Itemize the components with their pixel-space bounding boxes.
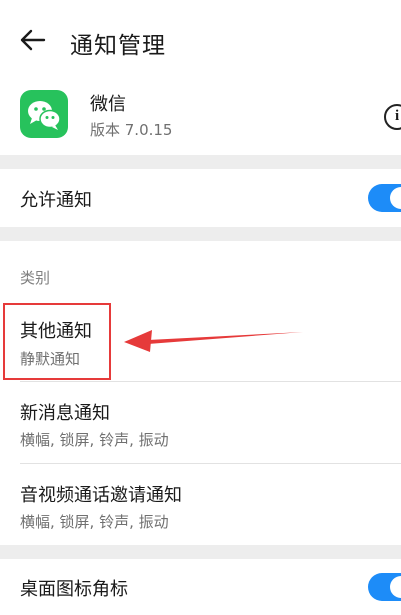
info-icon[interactable]: i	[384, 104, 401, 130]
category-header: 类别	[20, 269, 51, 287]
list-item-subtitle: 横幅, 锁屏, 铃声, 振动	[20, 431, 169, 449]
list-item-title: 新消息通知	[20, 403, 110, 424]
app-version: 版本 7.0.15	[90, 121, 173, 139]
allow-notifications-row[interactable]: 允许通知	[0, 169, 401, 227]
app-badge-label: 桌面图标角标	[20, 579, 128, 600]
app-bar: 通知管理	[0, 0, 401, 82]
app-name: 微信	[90, 94, 126, 115]
list-item-subtitle: 横幅, 锁屏, 铃声, 振动	[20, 513, 169, 531]
page-title: 通知管理	[70, 33, 166, 59]
back-arrow-icon[interactable]	[18, 28, 46, 52]
app-info-card: 微信 版本 7.0.15 i	[0, 82, 401, 155]
allow-notifications-label: 允许通知	[20, 190, 92, 211]
divider	[20, 463, 401, 464]
toggle-knob	[390, 576, 401, 598]
allow-notifications-toggle[interactable]	[368, 184, 401, 212]
toggle-knob	[390, 187, 401, 209]
list-item-title: 音视频通话邀请通知	[20, 485, 182, 506]
app-badge-row[interactable]: 桌面图标角标	[0, 559, 401, 615]
wechat-icon	[20, 90, 68, 138]
divider	[20, 381, 401, 382]
app-badge-toggle[interactable]	[368, 573, 401, 601]
annotation-arrow-icon	[124, 330, 303, 352]
annotation-highlight-box	[3, 303, 111, 380]
